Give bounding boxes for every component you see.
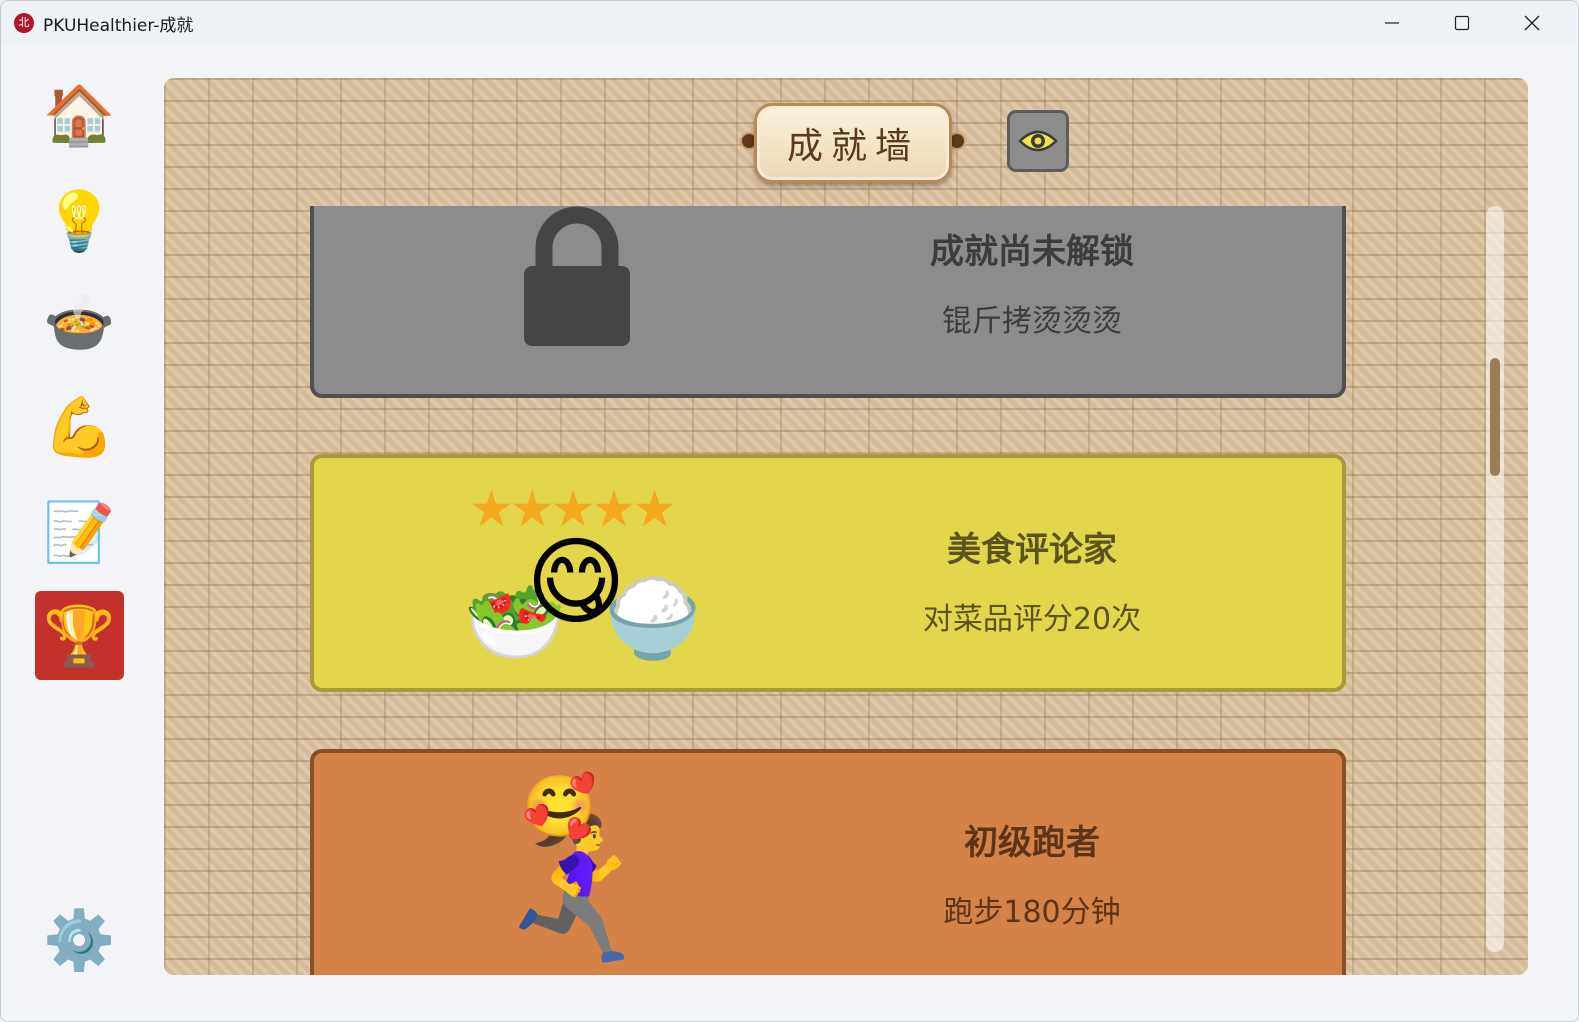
achievement-title: 美食评论家 [947,530,1117,570]
nav-exercise-button[interactable]: 💪 [35,382,124,471]
page-title: 成就墙 [754,103,952,183]
achievement-description: 跑步180分钟 [943,895,1121,930]
maximize-button[interactable] [1427,1,1497,45]
gear-icon: ⚙️ [43,905,116,974]
nav-achievements-button[interactable]: 🏆 [35,591,124,680]
achievement-card-food-critic: ★★★★★ 🥗 😋 🍚 美食评论家 对菜品评分20次 [310,454,1346,692]
nav-home-button[interactable]: 🏠 [35,70,124,159]
toggle-visibility-button[interactable] [1007,110,1069,172]
minimize-button[interactable] [1357,1,1427,45]
settings-button[interactable]: ⚙️ [35,895,124,984]
achievement-card-beginner-runner: 🏃‍♀️ 🥰 初级跑者 跑步180分钟 [310,749,1346,975]
app-window: 北 PKUHealthier-成就 🏠 💡 🍲 💪 📝 🏆 ⚙️ 成就墙 成就尚… [0,0,1579,1022]
achievement-wall-panel: 成就墙 成就尚未解锁 锟斤拷烫烫烫 ★★★★★ 🥗 😋 🍚 美食评论家 对菜品评… [164,78,1528,975]
lock-icon [524,206,630,346]
memo-icon: 📝 [43,497,116,566]
achievement-title: 初级跑者 [964,823,1100,863]
running-woman-icon: 🏃‍♀️ [492,809,667,972]
trophy-icon: 🏆 [43,601,116,670]
nav-tips-button[interactable]: 💡 [35,176,124,265]
rice-bowl-icon: 🍚 [604,574,702,664]
achievement-description: 对菜品评分20次 [922,602,1142,637]
close-icon [1524,15,1540,31]
flexed-biceps-icon: 💪 [43,392,116,461]
sidebar: 🏠 💡 🍲 💪 📝 🏆 ⚙️ [1,45,161,1021]
maximize-icon [1454,15,1470,31]
achievement-card-locked: 成就尚未解锁 锟斤拷烫烫烫 [310,206,1346,398]
eye-icon [1018,130,1058,152]
scrollbar-track[interactable] [1486,206,1504,952]
achievement-title: 成就尚未解锁 [930,232,1134,272]
minimize-icon [1385,22,1399,24]
app-logo-icon: 北 [14,13,34,33]
nav-notes-button[interactable]: 📝 [35,487,124,576]
window-title: PKUHealthier-成就 [43,16,194,36]
lightbulb-icon: 💡 [43,186,116,255]
smiling-face-with-hearts-icon: 🥰 [522,772,597,842]
nav-food-button[interactable]: 🍲 [35,277,124,366]
scrollbar-thumb[interactable] [1490,358,1500,476]
title-bar: 北 PKUHealthier-成就 [1,1,1578,45]
stew-bowl-icon: 🍲 [43,287,116,356]
achievement-description: 锟斤拷烫烫烫 [942,304,1122,339]
house-icon: 🏠 [43,80,116,149]
close-button[interactable] [1497,1,1567,45]
